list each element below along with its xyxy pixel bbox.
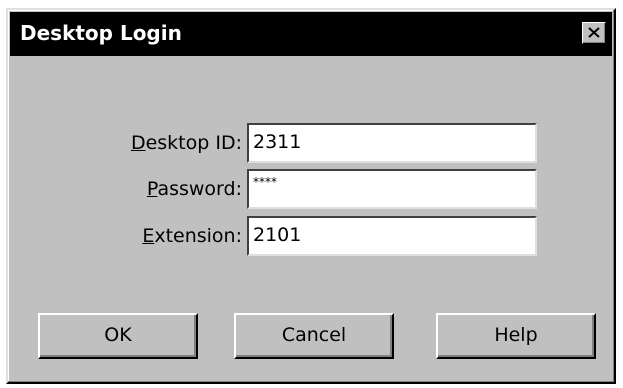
help-button[interactable]: Help xyxy=(436,313,596,359)
password-row: Password: **** xyxy=(8,169,614,209)
title-bar[interactable]: Desktop Login xyxy=(10,12,612,56)
desktop-id-row: Desktop ID: 2311 xyxy=(8,123,614,163)
close-button[interactable] xyxy=(582,22,606,44)
desktop-login-dialog: Desktop Login Desktop ID: 2311 Password:… xyxy=(6,8,616,384)
ok-button[interactable]: OK xyxy=(38,313,198,359)
password-field[interactable]: **** xyxy=(247,169,537,209)
window-title: Desktop Login xyxy=(20,21,182,45)
extension-label: Extension: xyxy=(142,225,242,247)
desktop-id-label: Desktop ID: xyxy=(130,132,242,154)
desktop-id-field[interactable]: 2311 xyxy=(247,123,537,163)
extension-row: Extension: 2101 xyxy=(8,216,614,256)
password-label: Password: xyxy=(146,178,242,200)
close-icon xyxy=(588,27,600,38)
extension-field[interactable]: 2101 xyxy=(247,216,537,256)
cancel-button[interactable]: Cancel xyxy=(234,313,394,359)
